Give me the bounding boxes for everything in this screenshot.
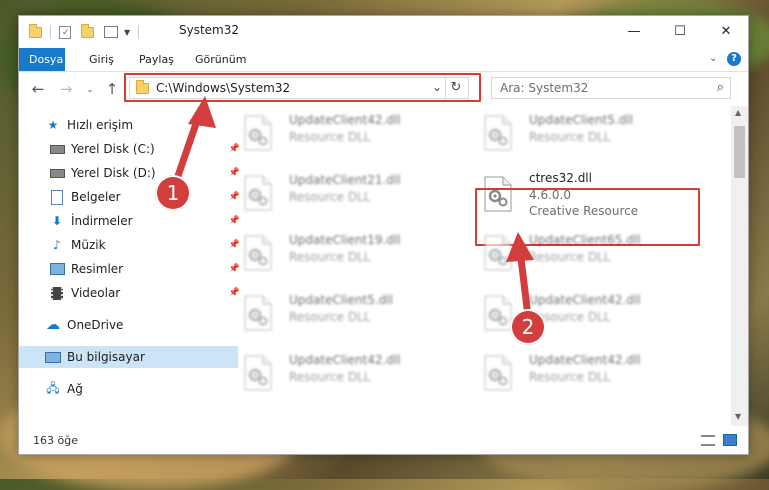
toolbar-separator [138, 25, 140, 39]
dll-file-icon [243, 235, 273, 271]
sidebar-item-label: OneDrive [67, 318, 124, 332]
file-list: UpdateClient42.dll Resource DLL UpdateCl… [215, 106, 729, 413]
quick-access-toolbar: ✓ ▼ [29, 23, 140, 41]
search-icon[interactable]: ⌕ [717, 80, 724, 95]
status-bar: 163 öğe [19, 430, 748, 454]
download-icon: ⬇ [51, 214, 63, 228]
navigation-bar: ← → ⌄ ↑ C:\Windows\System32 ⌄ ↻ Ara: Sys… [19, 72, 748, 106]
file-item[interactable]: UpdateClient5.dll Resource DLL [243, 292, 453, 338]
sidebar-item-onedrive[interactable]: ☁ OneDrive [19, 314, 238, 336]
sidebar-item-label: İndirmeler [71, 214, 133, 228]
details-view-icon[interactable] [701, 435, 715, 446]
dll-file-icon [483, 115, 513, 151]
file-item[interactable]: UpdateClient5.dll Resource DLL [483, 112, 693, 158]
network-icon: 🖧 [46, 380, 60, 395]
file-item[interactable]: UpdateClient19.dll Resource DLL [243, 232, 453, 278]
drive-icon [49, 142, 65, 156]
step-1-badge: 1 [155, 175, 191, 211]
sidebar-item-label: Yerel Disk (D:) [71, 166, 156, 180]
sidebar-item-quick-access[interactable]: ★ Hızlı erişim [19, 114, 238, 136]
navigation-pane: ★ Hızlı erişim Yerel Disk (C:) 📌 Yerel D… [19, 106, 240, 413]
back-button[interactable]: ← [29, 79, 47, 99]
new-folder-icon[interactable] [81, 23, 94, 38]
sidebar-item-label: Resimler [71, 262, 124, 276]
properties-icon[interactable]: ✓ [59, 25, 71, 39]
forward-button[interactable]: → [57, 79, 75, 99]
dll-file-icon [483, 295, 513, 331]
sidebar-item-music[interactable]: ♪ Müzik 📌 [19, 234, 242, 256]
sidebar-item-pictures[interactable]: Resimler 📌 [19, 258, 242, 280]
scroll-up-icon[interactable]: ▲ [735, 108, 741, 117]
sidebar-item-this-pc[interactable]: Bu bilgisayar [19, 346, 238, 368]
dll-file-icon [243, 175, 273, 211]
drive-icon [49, 166, 65, 180]
maximize-button[interactable]: ☐ [657, 16, 703, 47]
file-item[interactable]: UpdateClient65.dll Resource DLL [483, 232, 693, 278]
tab-home[interactable]: Giriş [79, 48, 124, 71]
sidebar-item-documents[interactable]: Belgeler 📌 [19, 186, 242, 208]
title-bar: ✓ ▼ System32 — ☐ ✕ [19, 16, 748, 48]
folder-icon [29, 23, 42, 38]
file-item[interactable]: UpdateClient42.dll Resource DLL [483, 352, 693, 398]
music-icon: ♪ [53, 238, 61, 252]
pictures-icon [49, 262, 65, 276]
recent-locations-button[interactable]: ⌄ [81, 79, 99, 99]
search-box[interactable]: Ara: System32 ⌕ [491, 77, 731, 99]
window-title: System32 [179, 23, 240, 37]
dll-file-icon [483, 355, 513, 391]
close-button[interactable]: ✕ [703, 16, 749, 47]
chevron-down-icon[interactable]: ▼ [124, 28, 130, 37]
address-highlight-box [124, 73, 481, 102]
sidebar-item-label: Yerel Disk (C:) [71, 142, 155, 156]
help-icon[interactable]: ? [727, 52, 741, 66]
tab-file[interactable]: Dosya [19, 48, 65, 71]
search-input[interactable]: Ara: System32 [500, 81, 588, 95]
dll-file-icon [243, 115, 273, 151]
minimize-button[interactable]: — [611, 16, 657, 47]
tab-share[interactable]: Paylaş [129, 48, 184, 71]
star-icon: ★ [47, 118, 59, 132]
scrollbar-thumb[interactable] [734, 126, 745, 178]
dll-file-icon [483, 235, 513, 271]
large-icons-view-icon[interactable] [723, 434, 737, 446]
sidebar-item-local-disk-d[interactable]: Yerel Disk (D:) 📌 [19, 162, 242, 184]
file-item[interactable]: UpdateClient42.dll Resource DLL [243, 352, 453, 398]
chevron-down-icon[interactable]: ⌄ [709, 53, 717, 64]
item-count: 163 öğe [33, 434, 78, 447]
sidebar-item-local-disk-c[interactable]: Yerel Disk (C:) 📌 [19, 138, 242, 160]
rename-icon[interactable] [104, 26, 118, 38]
vertical-scrollbar[interactable]: ▲ ▼ [731, 106, 748, 426]
dll-file-icon [243, 355, 273, 391]
scroll-down-icon[interactable]: ▼ [735, 412, 741, 421]
documents-icon [49, 189, 65, 205]
computer-icon [45, 350, 61, 364]
sidebar-item-videos[interactable]: Videolar 📌 [19, 282, 242, 304]
sidebar-item-label: Ağ [67, 382, 83, 396]
toolbar-separator [50, 25, 51, 39]
sidebar-item-label: Videolar [71, 286, 121, 300]
sidebar-item-label: Belgeler [71, 190, 121, 204]
up-button[interactable]: ↑ [103, 79, 121, 99]
file-item[interactable]: UpdateClient42.dll Resource DLL [243, 112, 453, 158]
file-item[interactable]: UpdateClient21.dll Resource DLL [243, 172, 453, 218]
sidebar-item-network[interactable]: 🖧 Ağ [19, 378, 238, 400]
ribbon-tabs: Dosya Giriş Paylaş Görünüm ⌄ ? [19, 48, 748, 72]
file-name: ctres32.dll [529, 171, 592, 185]
videos-icon [49, 286, 65, 300]
sidebar-item-label: Hızlı erişim [67, 118, 134, 132]
step-2-badge: 2 [510, 309, 546, 345]
sidebar-item-downloads[interactable]: ⬇ İndirmeler 📌 [19, 210, 242, 232]
sidebar-item-label: Bu bilgisayar [67, 350, 145, 364]
sidebar-item-label: Müzik [71, 238, 106, 252]
tab-view[interactable]: Görünüm [185, 48, 256, 71]
dll-file-icon [243, 295, 273, 331]
cloud-icon: ☁ [46, 317, 60, 333]
explorer-window: ✓ ▼ System32 — ☐ ✕ Dosya Giriş Paylaş Gö… [18, 15, 749, 455]
